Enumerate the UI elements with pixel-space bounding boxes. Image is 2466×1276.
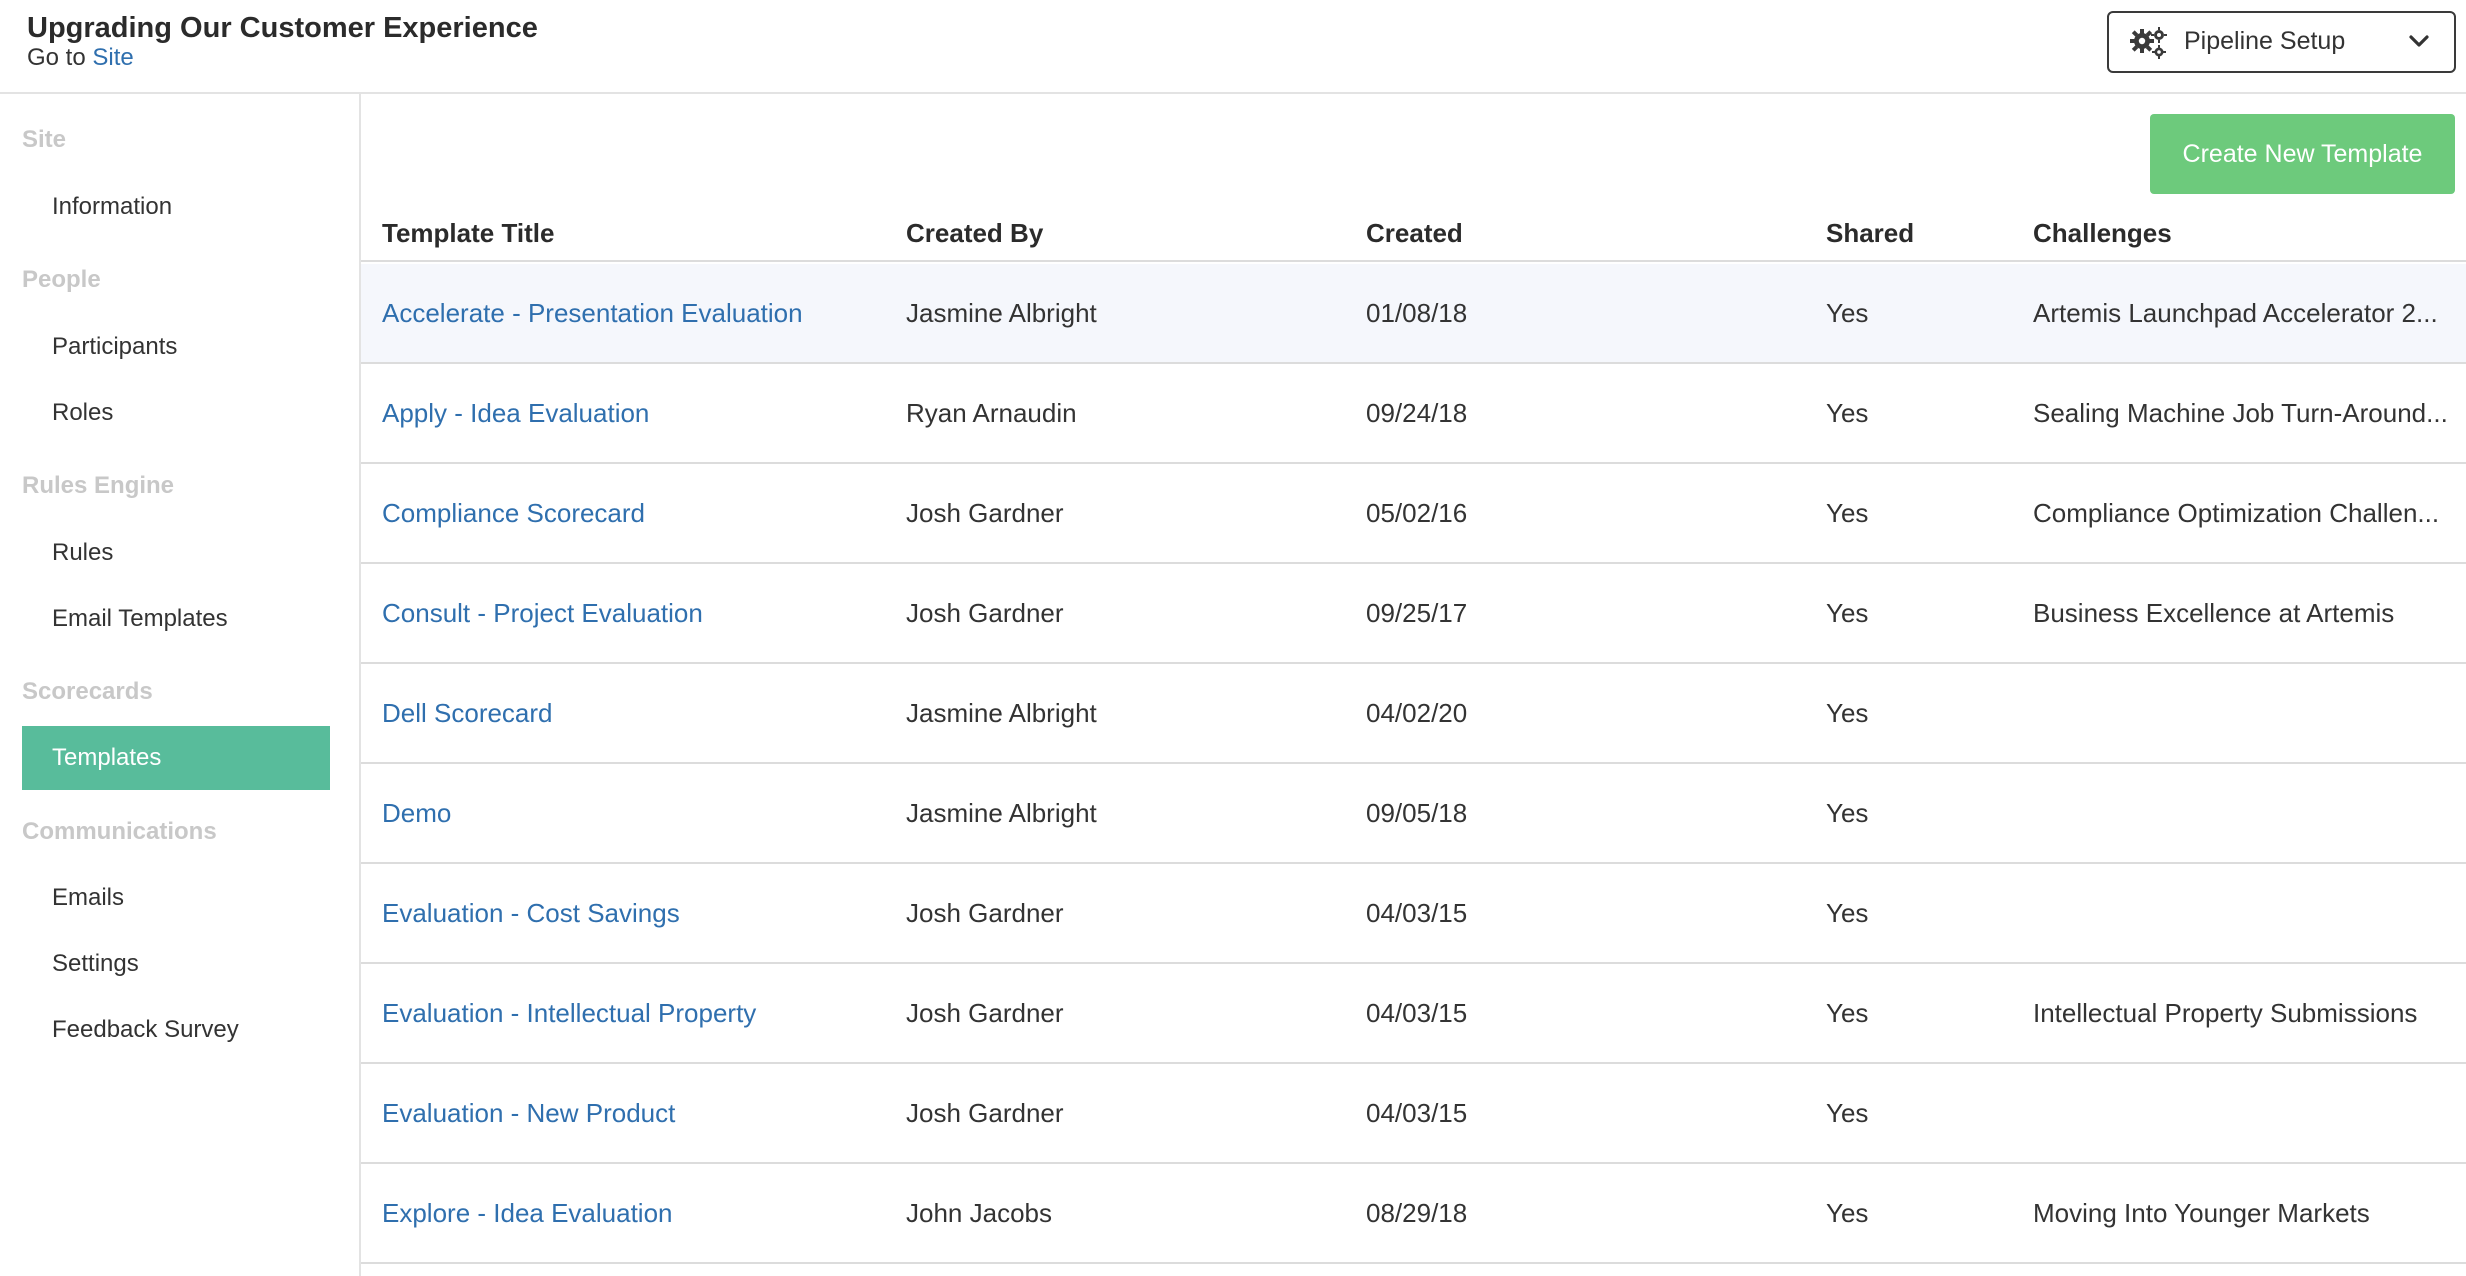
sidebar-item-feedback-survey[interactable]: Feedback Survey [22, 998, 330, 1062]
sidebar-group-site: Site [22, 126, 67, 153]
site-title: Upgrading Our Customer Experience [27, 12, 538, 44]
pipeline-setup-label: Pipeline Setup [2184, 27, 2346, 55]
sidebar-item-participants[interactable]: Participants [22, 315, 330, 379]
column-header-created-by[interactable]: Created By [906, 218, 1346, 249]
created-date-cell: 04/03/15 [1366, 898, 1468, 928]
table-row[interactable]: Evaluation - Cost Savings Josh Gardner 0… [361, 864, 2466, 964]
created-by-cell: Josh Gardner [906, 998, 1064, 1028]
challenges-cell: Compliance Optimization Challen... [2033, 498, 2440, 528]
created-date-cell: 04/03/15 [1366, 1098, 1468, 1128]
sidebar-nav: Site Information People Participants Rol… [0, 94, 361, 1276]
created-date-cell: 04/03/15 [1366, 998, 1468, 1028]
challenges-cell: Intellectual Property Submissions [2033, 998, 2418, 1028]
created-by-cell: Jasmine Albright [906, 798, 1097, 828]
sidebar-group-scorecards: Scorecards [22, 678, 153, 705]
template-title-link[interactable]: Evaluation - New Product [382, 1064, 882, 1164]
created-by-cell: Jasmine Albright [906, 698, 1097, 728]
table-row[interactable]: Consult - Project Evaluation Josh Gardne… [361, 564, 2466, 664]
shared-cell: Yes [1826, 298, 1869, 328]
created-date-cell: 05/02/16 [1366, 498, 1468, 528]
goto-line: Go to Site [27, 44, 134, 72]
sidebar-item-information[interactable]: Information [22, 175, 330, 239]
table-row[interactable]: Demo Jasmine Albright 09/05/18 Yes [361, 764, 2466, 864]
shared-cell: Yes [1826, 598, 1869, 628]
shared-cell: Yes [1826, 698, 1869, 728]
template-title-link[interactable]: Apply - Idea Evaluation [382, 364, 882, 464]
shared-cell: Yes [1826, 998, 1869, 1028]
created-date-cell: 01/08/18 [1366, 298, 1468, 328]
template-title-link[interactable]: Demo [382, 764, 882, 864]
sidebar-item-email-templates[interactable]: Email Templates [22, 587, 330, 651]
gears-icon [2130, 27, 2167, 59]
shared-cell: Yes [1826, 498, 1869, 528]
created-by-cell: Josh Gardner [906, 898, 1064, 928]
table-row[interactable]: Accelerate - Presentation Evaluation Jas… [361, 264, 2466, 364]
template-title-link[interactable]: Accelerate - Presentation Evaluation [382, 264, 882, 364]
created-date-cell: 08/29/18 [1366, 1198, 1468, 1228]
created-by-cell: John Jacobs [906, 1198, 1052, 1228]
created-date-cell: 04/02/20 [1366, 698, 1468, 728]
sidebar-item-emails[interactable]: Emails [22, 866, 330, 930]
table-row[interactable]: Explore - Idea Evaluation John Jacobs 08… [361, 1164, 2466, 1264]
chevron-down-icon [2409, 35, 2429, 47]
shared-cell: Yes [1826, 1098, 1869, 1128]
goto-site-link[interactable]: Site [92, 44, 133, 71]
created-by-cell: Josh Gardner [906, 1098, 1064, 1128]
created-by-cell: Jasmine Albright [906, 298, 1097, 328]
challenges-cell [2033, 664, 2458, 764]
page-header: Upgrading Our Customer Experience Go to … [0, 0, 2466, 94]
template-title-link[interactable]: Explore - Idea Evaluation [382, 1164, 882, 1264]
column-header-shared[interactable]: Shared [1826, 218, 2006, 249]
template-title-link[interactable]: Compliance Scorecard [382, 464, 882, 564]
column-header-template-title[interactable]: Template Title [382, 218, 882, 249]
created-date-cell: 09/05/18 [1366, 798, 1468, 828]
table-row[interactable]: Evaluation - New Product Josh Gardner 04… [361, 1064, 2466, 1164]
table-row[interactable]: Evaluation - Intellectual Property Josh … [361, 964, 2466, 1064]
sidebar-group-people: People [22, 266, 101, 293]
column-header-challenges[interactable]: Challenges [2033, 218, 2458, 249]
challenges-cell: Moving Into Younger Markets [2033, 1198, 2370, 1228]
column-header-created[interactable]: Created [1366, 218, 1786, 249]
created-by-cell: Ryan Arnaudin [906, 398, 1077, 428]
main-content: Create New Template Template Title Creat… [361, 94, 2466, 1276]
created-date-cell: 09/25/17 [1366, 598, 1468, 628]
challenges-cell: Artemis Launchpad Accelerator 2... [2033, 298, 2438, 328]
sidebar-item-rules[interactable]: Rules [22, 521, 330, 585]
created-by-cell: Josh Gardner [906, 498, 1064, 528]
created-by-cell: Josh Gardner [906, 598, 1064, 628]
shared-cell: Yes [1826, 1198, 1869, 1228]
template-title-link[interactable]: Consult - Project Evaluation [382, 564, 882, 664]
shared-cell: Yes [1826, 898, 1869, 928]
challenges-cell: Business Excellence at Artemis [2033, 598, 2395, 628]
challenges-cell [2033, 1064, 2458, 1164]
template-title-link[interactable]: Evaluation - Cost Savings [382, 864, 882, 964]
sidebar-item-templates[interactable]: Templates [22, 726, 330, 790]
sidebar-group-rules-engine: Rules Engine [22, 472, 175, 499]
create-new-template-button[interactable]: Create New Template [2150, 114, 2455, 194]
table-row[interactable]: Apply - Idea Evaluation Ryan Arnaudin 09… [361, 364, 2466, 464]
goto-prefix: Go to [27, 44, 86, 71]
table-row[interactable]: Dell Scorecard Jasmine Albright 04/02/20… [361, 664, 2466, 764]
challenges-cell [2033, 864, 2458, 964]
table-row[interactable]: Compliance Scorecard Josh Gardner 05/02/… [361, 464, 2466, 564]
shared-cell: Yes [1826, 798, 1869, 828]
sidebar-group-communications: Communications [22, 818, 217, 845]
template-title-link[interactable]: Dell Scorecard [382, 664, 882, 764]
table-header: Template Title Created By Created Shared… [361, 212, 2466, 262]
created-date-cell: 09/24/18 [1366, 398, 1468, 428]
shared-cell: Yes [1826, 398, 1869, 428]
challenges-cell [2033, 764, 2458, 864]
sidebar-item-settings[interactable]: Settings [22, 932, 330, 996]
challenges-cell: Sealing Machine Job Turn-Around... [2033, 398, 2448, 428]
template-title-link[interactable]: Evaluation - Intellectual Property [382, 964, 882, 1064]
pipeline-setup-dropdown[interactable]: Pipeline Setup [2107, 11, 2456, 73]
sidebar-item-roles[interactable]: Roles [22, 381, 330, 445]
